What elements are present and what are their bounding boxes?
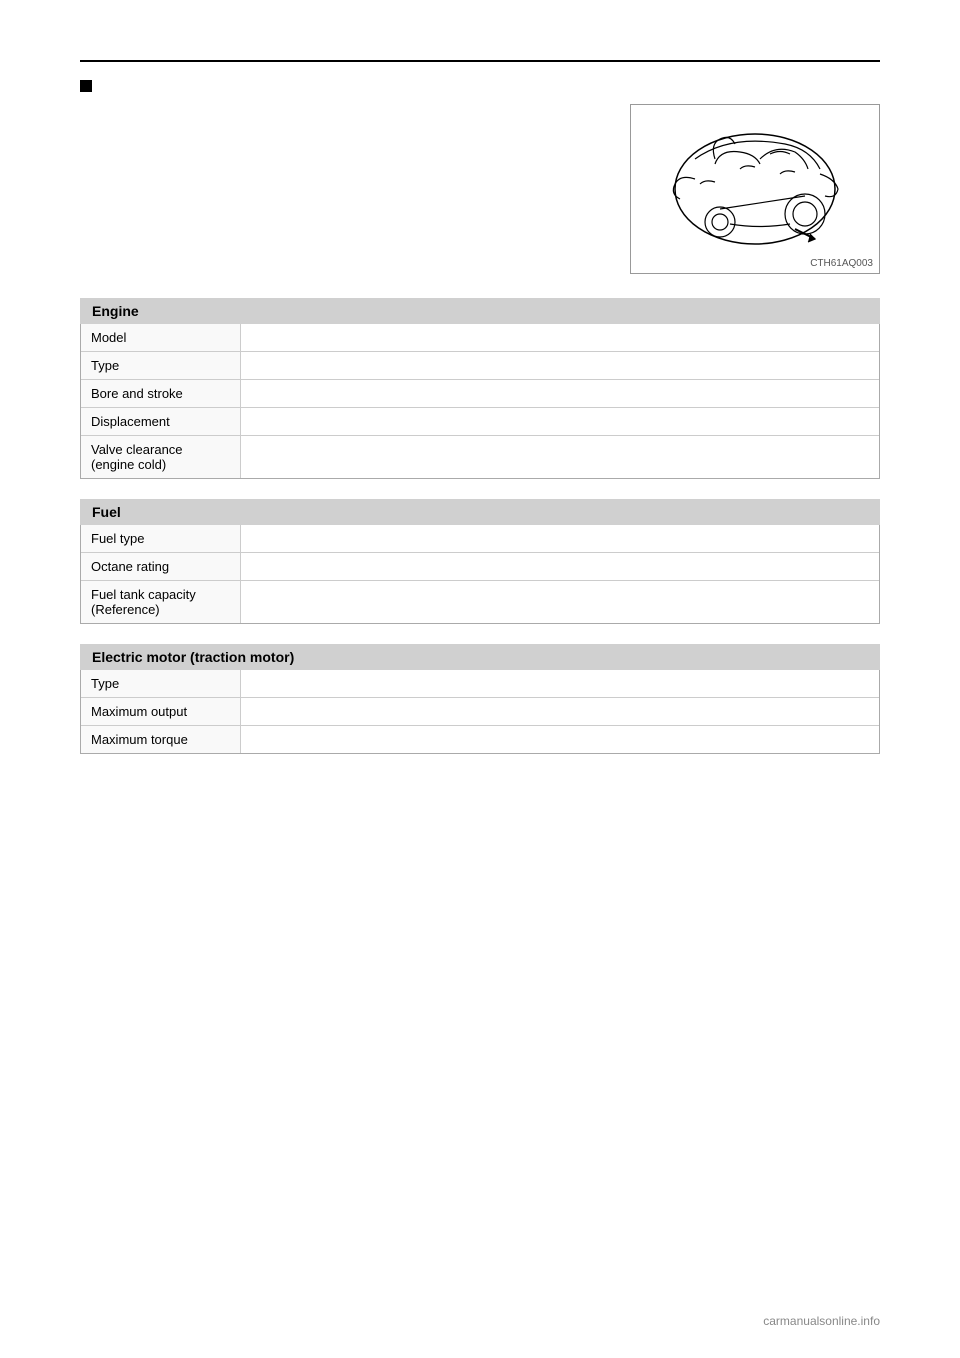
electric-motor-section: Electric motor (traction motor) Type Max… (80, 644, 880, 754)
octane-rating-value (241, 553, 879, 580)
engine-type-value (241, 352, 879, 379)
engine-valve-clearance-value (241, 436, 879, 478)
engine-bore-stroke-label: Bore and stroke (81, 380, 241, 407)
table-row: Octane rating (81, 553, 879, 581)
table-row: Maximum torque (81, 726, 879, 753)
fuel-table: Fuel type Octane rating Fuel tank capaci… (80, 525, 880, 624)
octane-rating-label: Octane rating (81, 553, 241, 580)
engine-illustration (640, 114, 870, 264)
fuel-section: Fuel Fuel type Octane rating Fuel tank c… (80, 499, 880, 624)
table-row: Bore and stroke (81, 380, 879, 408)
motor-type-label: Type (81, 670, 241, 697)
intro-content: CTH61AQ003 (80, 104, 880, 274)
electric-motor-section-title: Electric motor (traction motor) (80, 644, 880, 670)
motor-max-torque-value (241, 726, 879, 753)
engine-displacement-value (241, 408, 879, 435)
engine-displacement-label: Displacement (81, 408, 241, 435)
table-row: Type (81, 352, 879, 380)
motor-max-output-label: Maximum output (81, 698, 241, 725)
intro-text (80, 104, 610, 274)
table-row: Type (81, 670, 879, 698)
table-row: Displacement (81, 408, 879, 436)
image-caption: CTH61AQ003 (810, 258, 873, 269)
top-rule (80, 60, 880, 62)
table-row: Model (81, 324, 879, 352)
fuel-type-label: Fuel type (81, 525, 241, 552)
motor-max-output-value (241, 698, 879, 725)
engine-model-label: Model (81, 324, 241, 351)
engine-valve-clearance-label: Valve clearance(engine cold) (81, 436, 241, 478)
engine-model-value (241, 324, 879, 351)
engine-type-label: Type (81, 352, 241, 379)
engine-image-box: CTH61AQ003 (630, 104, 880, 274)
fuel-tank-capacity-label: Fuel tank capacity(Reference) (81, 581, 241, 623)
engine-section: Engine Model Type Bore and stroke Displa… (80, 298, 880, 479)
page-container: CTH61AQ003 Engine Model Type Bore and st… (0, 0, 960, 1358)
engine-table: Model Type Bore and stroke Displacement … (80, 324, 880, 479)
engine-bore-stroke-value (241, 380, 879, 407)
engine-section-title: Engine (80, 298, 880, 324)
table-row: Fuel tank capacity(Reference) (81, 581, 879, 623)
table-row: Fuel type (81, 525, 879, 553)
motor-type-value (241, 670, 879, 697)
footer-watermark: carmanualsonline.info (763, 1314, 880, 1328)
table-row: Maximum output (81, 698, 879, 726)
fuel-section-title: Fuel (80, 499, 880, 525)
fuel-tank-capacity-value (241, 581, 879, 623)
fuel-type-value (241, 525, 879, 552)
black-square-icon (80, 80, 92, 92)
section-header-row (80, 80, 880, 92)
table-row: Valve clearance(engine cold) (81, 436, 879, 478)
motor-max-torque-label: Maximum torque (81, 726, 241, 753)
electric-motor-table: Type Maximum output Maximum torque (80, 670, 880, 754)
